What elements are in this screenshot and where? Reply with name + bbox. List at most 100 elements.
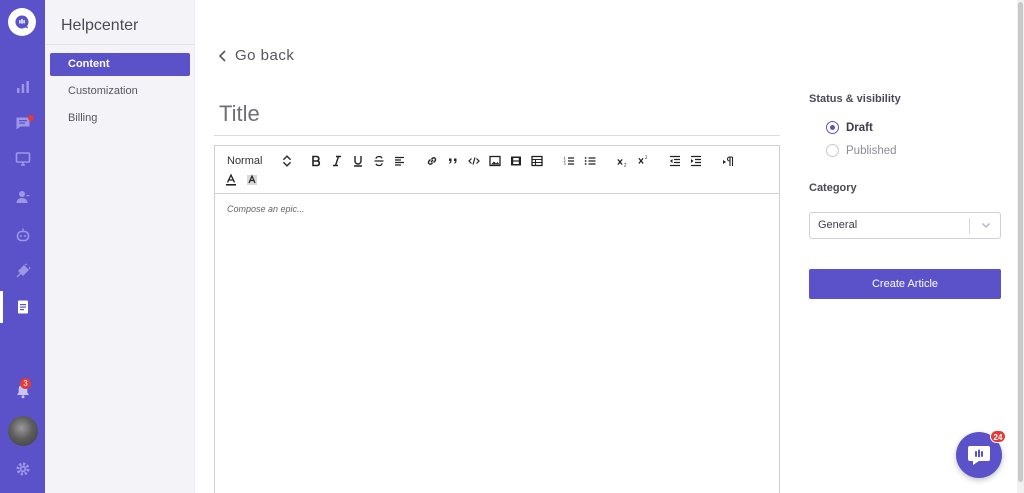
svg-text:2: 2 — [645, 155, 648, 161]
editor-placeholder: Compose an epic... — [227, 204, 305, 214]
font-color-button[interactable] — [225, 172, 237, 188]
rail-analytics[interactable] — [0, 72, 45, 102]
strikethrough-icon — [374, 155, 384, 167]
scrollbar-thumb[interactable] — [1018, 2, 1023, 482]
sidebar-item-customization[interactable]: Customization — [50, 80, 190, 103]
select-divider — [969, 218, 970, 234]
svg-text:3: 3 — [564, 162, 566, 166]
superscript-button[interactable]: 2 — [637, 152, 651, 168]
go-back-label: Go back — [235, 47, 295, 64]
ordered-list-icon: 123 — [564, 156, 574, 166]
underline-icon — [354, 156, 362, 167]
subscript-icon: 2 — [617, 159, 627, 168]
highlight-button[interactable] — [246, 172, 258, 188]
sidebar-title: Helpcenter — [61, 17, 139, 34]
bot-icon — [16, 228, 29, 242]
subscript-button[interactable]: 2 — [616, 154, 630, 170]
status-published-label: Published — [846, 144, 897, 157]
radio-checked-icon — [826, 121, 839, 134]
rail-settings[interactable] — [0, 454, 45, 484]
video-button[interactable] — [510, 153, 522, 169]
outdent-button[interactable] — [669, 153, 681, 169]
bold-button[interactable] — [310, 153, 322, 169]
rail-integrations[interactable] — [0, 256, 45, 286]
ltr-direction-icon — [723, 156, 734, 166]
font-color-icon — [226, 174, 236, 186]
status-published-radio[interactable]: Published — [826, 144, 897, 157]
align-button[interactable] — [394, 153, 406, 169]
sidebar-item-billing[interactable]: Billing — [50, 107, 190, 130]
table-button[interactable] — [531, 153, 543, 169]
indent-button[interactable] — [690, 153, 702, 169]
integrations-icon — [16, 263, 31, 278]
table-icon — [531, 155, 543, 167]
link-icon — [427, 157, 437, 165]
page-scrollbar[interactable] — [1017, 0, 1024, 493]
italic-button[interactable] — [331, 153, 343, 169]
updown-chevron-icon — [282, 155, 292, 167]
conversations-dot — [28, 115, 34, 121]
status-visibility-label: Status & visibility — [809, 93, 901, 105]
bullet-list-button[interactable] — [584, 153, 596, 169]
notifications-badge: 3 — [20, 378, 31, 389]
rich-text-editor: Normal 123 2 2 Compose an epic... — [214, 145, 780, 493]
analytics-icon — [16, 81, 29, 93]
app-root: 3 Helpcenter Content Customization Billi… — [0, 0, 1024, 493]
heading-select[interactable]: Normal — [227, 153, 293, 169]
bold-icon — [312, 155, 321, 167]
svg-text:2: 2 — [624, 163, 627, 168]
highlight-icon — [247, 174, 257, 185]
category-select-value: General — [818, 219, 858, 231]
app-logo[interactable] — [8, 8, 36, 36]
rail-notifications[interactable]: 3 — [0, 376, 45, 406]
indent-icon — [691, 155, 701, 167]
gear-icon — [16, 462, 29, 476]
quote-icon — [449, 158, 457, 164]
create-article-button[interactable]: Create Article — [809, 269, 1001, 299]
radio-unchecked-icon — [826, 144, 839, 157]
rail-helpcenter[interactable] — [0, 292, 45, 322]
image-icon — [489, 155, 501, 167]
ordered-list-button[interactable]: 123 — [563, 153, 575, 169]
quote-button[interactable] — [447, 153, 459, 169]
rail-contacts[interactable] — [0, 182, 45, 212]
left-rail: 3 — [0, 0, 45, 493]
strike-button[interactable] — [373, 153, 385, 169]
contacts-icon — [16, 191, 29, 203]
chat-unread-badge: 24 — [990, 430, 1006, 443]
underline-button[interactable] — [352, 153, 364, 169]
sidebar-item-content[interactable]: Content — [50, 53, 190, 76]
chat-launcher[interactable]: 24 — [956, 430, 1006, 478]
outdent-icon — [670, 155, 680, 167]
code-button[interactable] — [468, 153, 480, 169]
italic-icon — [333, 155, 341, 167]
sidebar-divider — [45, 44, 195, 45]
title-input[interactable] — [214, 92, 780, 136]
avatar[interactable] — [8, 416, 38, 446]
code-icon — [468, 157, 480, 165]
chat-logo-icon — [15, 15, 29, 29]
rail-conversations[interactable] — [0, 108, 45, 138]
category-select[interactable]: General — [809, 212, 1001, 239]
editor-toolbar: Normal 123 2 2 — [215, 146, 779, 194]
superscript-icon: 2 — [638, 155, 648, 164]
editor-content-area[interactable]: Compose an epic... — [215, 194, 779, 493]
status-draft-label: Draft — [846, 121, 873, 134]
helpcenter-icon — [17, 300, 28, 314]
secondary-sidebar: Helpcenter Content Customization Billing — [45, 0, 195, 493]
heading-select-value: Normal — [227, 155, 263, 167]
bullet-list-icon — [584, 157, 596, 165]
chat-bubble-icon — [968, 446, 990, 465]
text-direction-button[interactable] — [722, 153, 734, 169]
image-button[interactable] — [489, 153, 501, 169]
rail-bot[interactable] — [0, 220, 45, 250]
align-left-icon — [395, 156, 404, 166]
video-icon — [511, 156, 521, 166]
go-back-link[interactable]: Go back — [218, 47, 294, 64]
monitor-icon — [15, 152, 30, 166]
chevron-left-icon — [218, 49, 226, 62]
chevron-down-icon — [982, 223, 990, 228]
rail-monitor[interactable] — [0, 144, 45, 174]
link-button[interactable] — [426, 153, 438, 169]
status-draft-radio[interactable]: Draft — [826, 121, 873, 134]
